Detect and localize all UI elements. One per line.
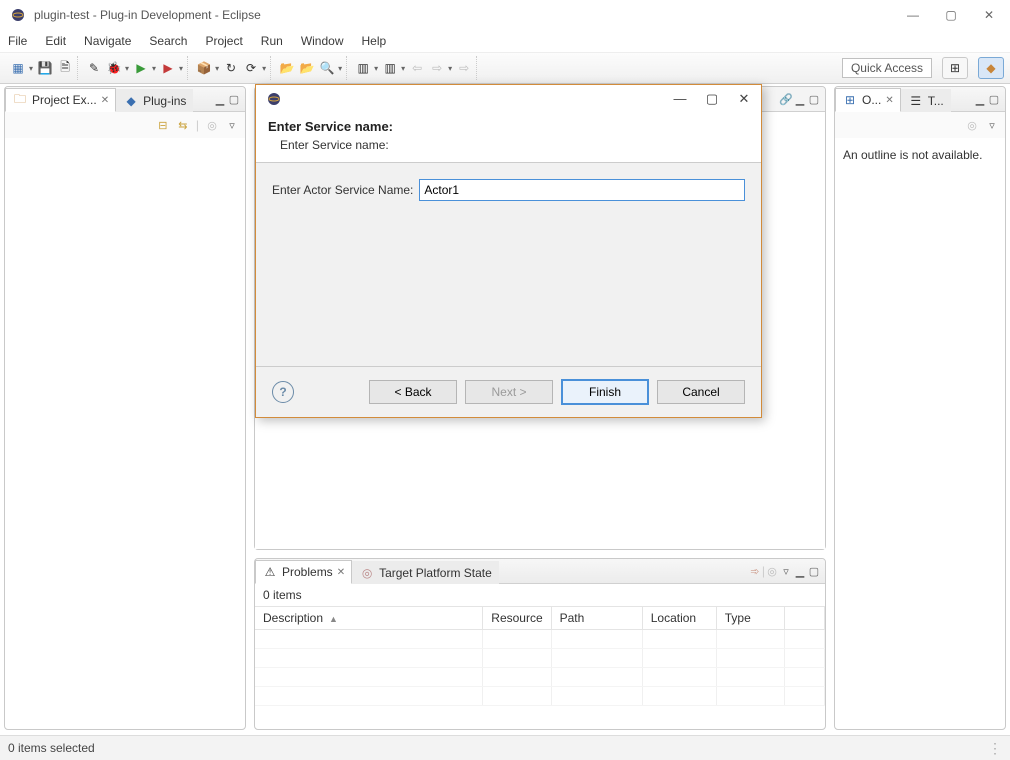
dialog-heading: Enter Service name: — [268, 119, 749, 134]
help-icon[interactable]: ? — [272, 381, 294, 403]
service-name-input[interactable] — [419, 179, 745, 201]
service-name-label: Enter Actor Service Name: — [272, 183, 413, 197]
wizard-dialog: — ▢ ✕ Enter Service name: Enter Service … — [255, 84, 762, 418]
dialog-titlebar[interactable]: — ▢ ✕ — [256, 85, 761, 113]
cancel-button[interactable]: Cancel — [657, 380, 745, 404]
next-button: Next > — [465, 380, 553, 404]
back-button[interactable]: < Back — [369, 380, 457, 404]
dialog-close-icon[interactable]: ✕ — [737, 91, 751, 107]
dialog-banner: Enter Service name: Enter Service name: — [256, 113, 761, 163]
finish-button[interactable]: Finish — [561, 379, 649, 405]
dialog-subheading: Enter Service name: — [280, 138, 749, 152]
dialog-minimize-icon[interactable]: — — [673, 91, 687, 107]
eclipse-icon — [266, 91, 282, 107]
dialog-maximize-icon[interactable]: ▢ — [705, 91, 719, 107]
